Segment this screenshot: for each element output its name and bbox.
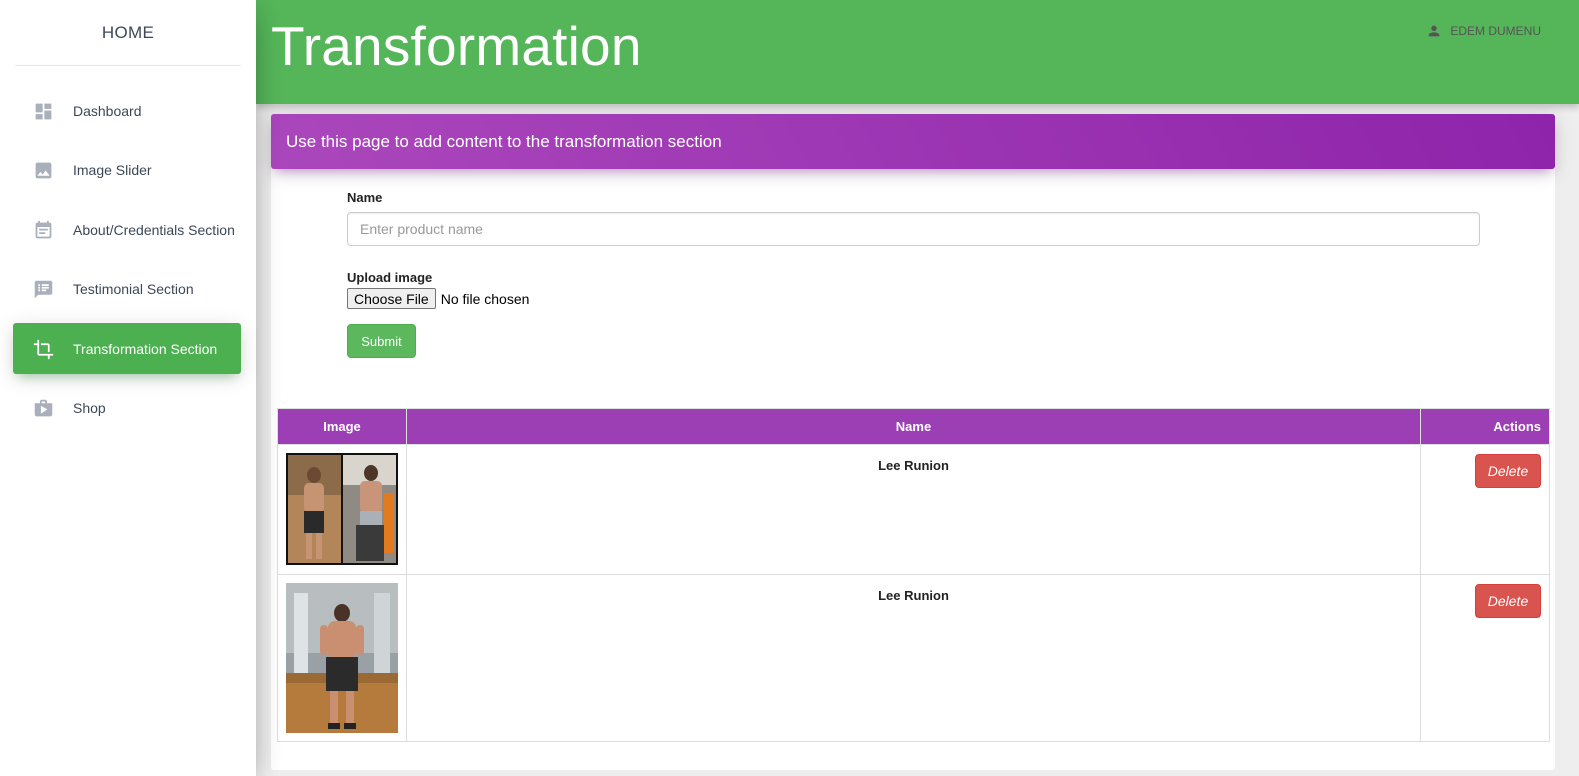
sidebar-item-shop[interactable]: Shop <box>13 383 241 434</box>
banner-text: Use this page to add content to the tran… <box>286 131 722 151</box>
user-name: EDEM DUMENU <box>1450 24 1541 38</box>
sidebar: HOME Dashboard Image Slider About/Creden… <box>0 0 256 776</box>
delete-button[interactable]: Delete <box>1475 584 1541 618</box>
chat-list-icon <box>32 279 54 301</box>
main-content: Use this page to add content to the tran… <box>256 104 1579 776</box>
dashboard-icon <box>32 100 54 122</box>
delete-button[interactable]: Delete <box>1475 454 1541 488</box>
name-label: Name <box>347 190 383 205</box>
sidebar-item-label: Transformation Section <box>73 340 218 357</box>
sidebar-item-label: Dashboard <box>73 102 142 119</box>
sidebar-item-image-slider[interactable]: Image Slider <box>13 145 241 196</box>
actions-cell: Delete <box>1420 574 1550 742</box>
transformation-form: Name Upload image Choose File No file ch… <box>347 190 1481 358</box>
gym-photo <box>286 583 398 733</box>
image-cell <box>277 574 407 742</box>
user-menu[interactable]: EDEM DUMENU <box>1426 23 1541 39</box>
image-icon <box>32 160 54 182</box>
file-status: No file chosen <box>440 290 530 307</box>
sidebar-item-label: Shop <box>73 400 106 416</box>
sidebar-item-label: Image Slider <box>73 162 152 178</box>
sidebar-item-dashboard[interactable]: Dashboard <box>13 85 241 136</box>
image-cell <box>277 444 407 575</box>
content-card: Use this page to add content to the tran… <box>271 114 1555 770</box>
actions-cell: Delete <box>1420 444 1550 575</box>
sidebar-item-about-credentials[interactable]: About/Credentials Section <box>13 204 241 255</box>
column-header-name: Name <box>406 408 1421 445</box>
submit-button[interactable]: Submit <box>347 324 416 358</box>
sidebar-item-label: About/Credentials Section <box>73 221 235 238</box>
shop-icon <box>32 398 54 420</box>
top-header: Transformation EDEM DUMENU <box>256 0 1579 104</box>
table-row: Lee Runion Delete <box>277 574 1550 742</box>
crop-icon <box>32 338 54 360</box>
transformations-table-wrap: Image Name Actions Lee Runion Delete Lee… <box>277 408 1550 742</box>
page-title: Transformation <box>271 15 642 77</box>
before-after-photo <box>286 453 398 565</box>
table-header-row: Image Name Actions <box>277 408 1550 445</box>
name-cell: Lee Runion <box>406 444 1421 575</box>
transformations-table: Image Name Actions Lee Runion Delete Lee… <box>277 408 1550 742</box>
file-picker: Choose File No file chosen <box>347 288 1481 309</box>
table-row: Lee Runion Delete <box>277 444 1550 575</box>
person-icon <box>1428 25 1440 37</box>
name-cell: Lee Runion <box>406 574 1421 742</box>
column-header-image: Image <box>277 408 407 445</box>
sidebar-nav: Dashboard Image Slider About/Credentials… <box>0 66 256 434</box>
sidebar-item-transformation[interactable]: Transformation Section <box>13 323 241 374</box>
info-banner: Use this page to add content to the tran… <box>271 114 1555 169</box>
name-input[interactable] <box>347 212 1480 246</box>
sidebar-item-label: Testimonial Section <box>73 281 194 297</box>
upload-image-label: Upload image <box>347 270 433 285</box>
event-note-icon <box>32 219 54 241</box>
sidebar-item-testimonial[interactable]: Testimonial Section <box>13 264 241 315</box>
column-header-actions: Actions <box>1420 408 1550 445</box>
choose-file-button[interactable]: Choose File <box>347 288 436 309</box>
brand-home-link[interactable]: HOME <box>15 0 241 66</box>
